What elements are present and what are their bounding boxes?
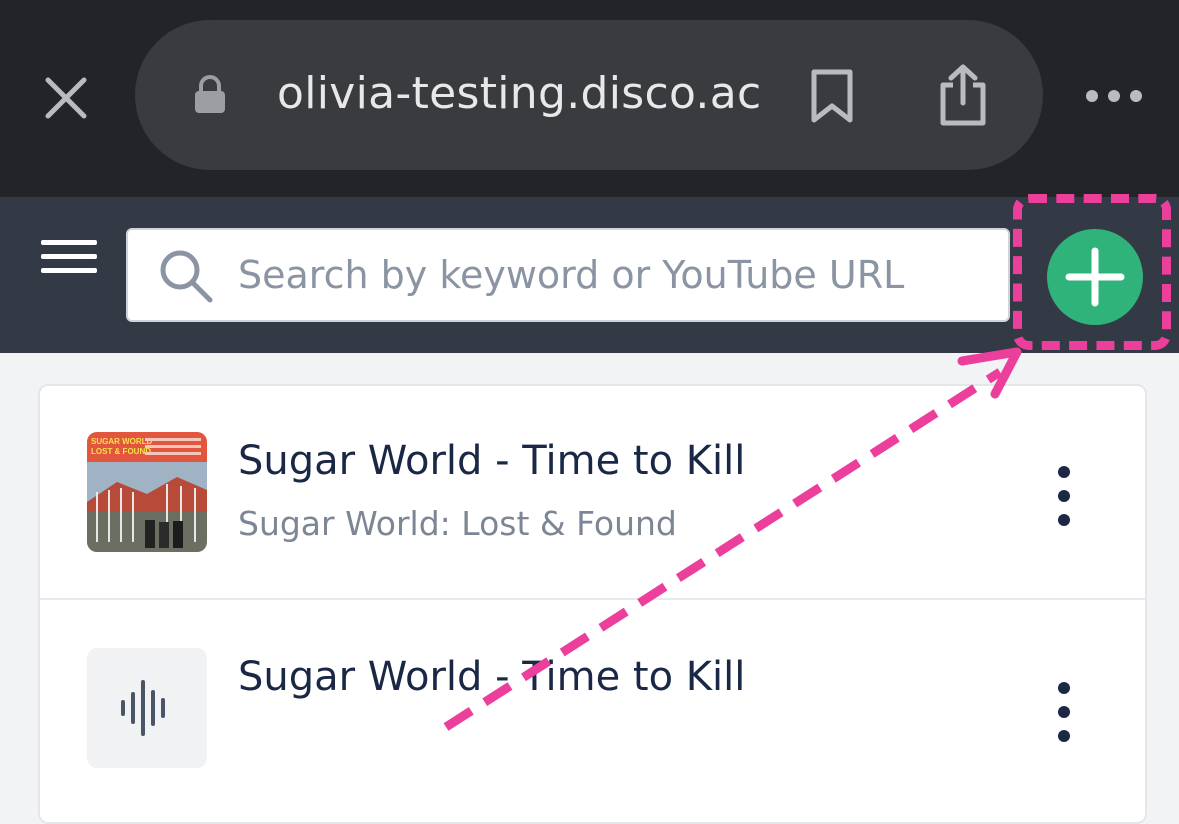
audio-placeholder-icon [87,648,207,768]
share-icon[interactable] [937,63,989,127]
track-subtitle: Sugar World: Lost & Found [238,504,677,543]
cover-title: SUGAR WORLD [91,437,153,446]
track-menu-icon[interactable] [1046,466,1082,526]
bookmark-icon[interactable] [810,68,854,124]
search-icon [160,250,213,303]
app-header [0,197,1179,353]
lock-icon [195,75,225,113]
more-options-icon[interactable] [1086,86,1142,106]
close-button[interactable] [38,70,94,126]
track-title[interactable]: Sugar World - Time to Kill [238,438,745,484]
browser-toolbar: olivia-testing.disco.ac [0,0,1179,197]
track-list: SUGAR WORLD LOST & FOUND Sugar World - T… [38,384,1147,824]
highlight-annotation [1013,194,1171,350]
close-icon [45,77,87,119]
search-bar[interactable] [126,228,1010,322]
track-title[interactable]: Sugar World - Time to Kill [238,654,745,700]
search-input[interactable] [238,230,998,320]
track-row[interactable]: SUGAR WORLD LOST & FOUND Sugar World - T… [40,386,1145,600]
hamburger-menu-icon[interactable] [41,240,97,274]
track-menu-icon[interactable] [1046,682,1082,742]
album-artwork: SUGAR WORLD LOST & FOUND [87,432,207,552]
cover-subtitle: LOST & FOUND [91,447,151,456]
address-bar[interactable]: olivia-testing.disco.ac [135,20,1043,170]
url-text: olivia-testing.disco.ac [277,68,762,119]
track-row[interactable]: Sugar World - Time to Kill [40,602,1145,816]
